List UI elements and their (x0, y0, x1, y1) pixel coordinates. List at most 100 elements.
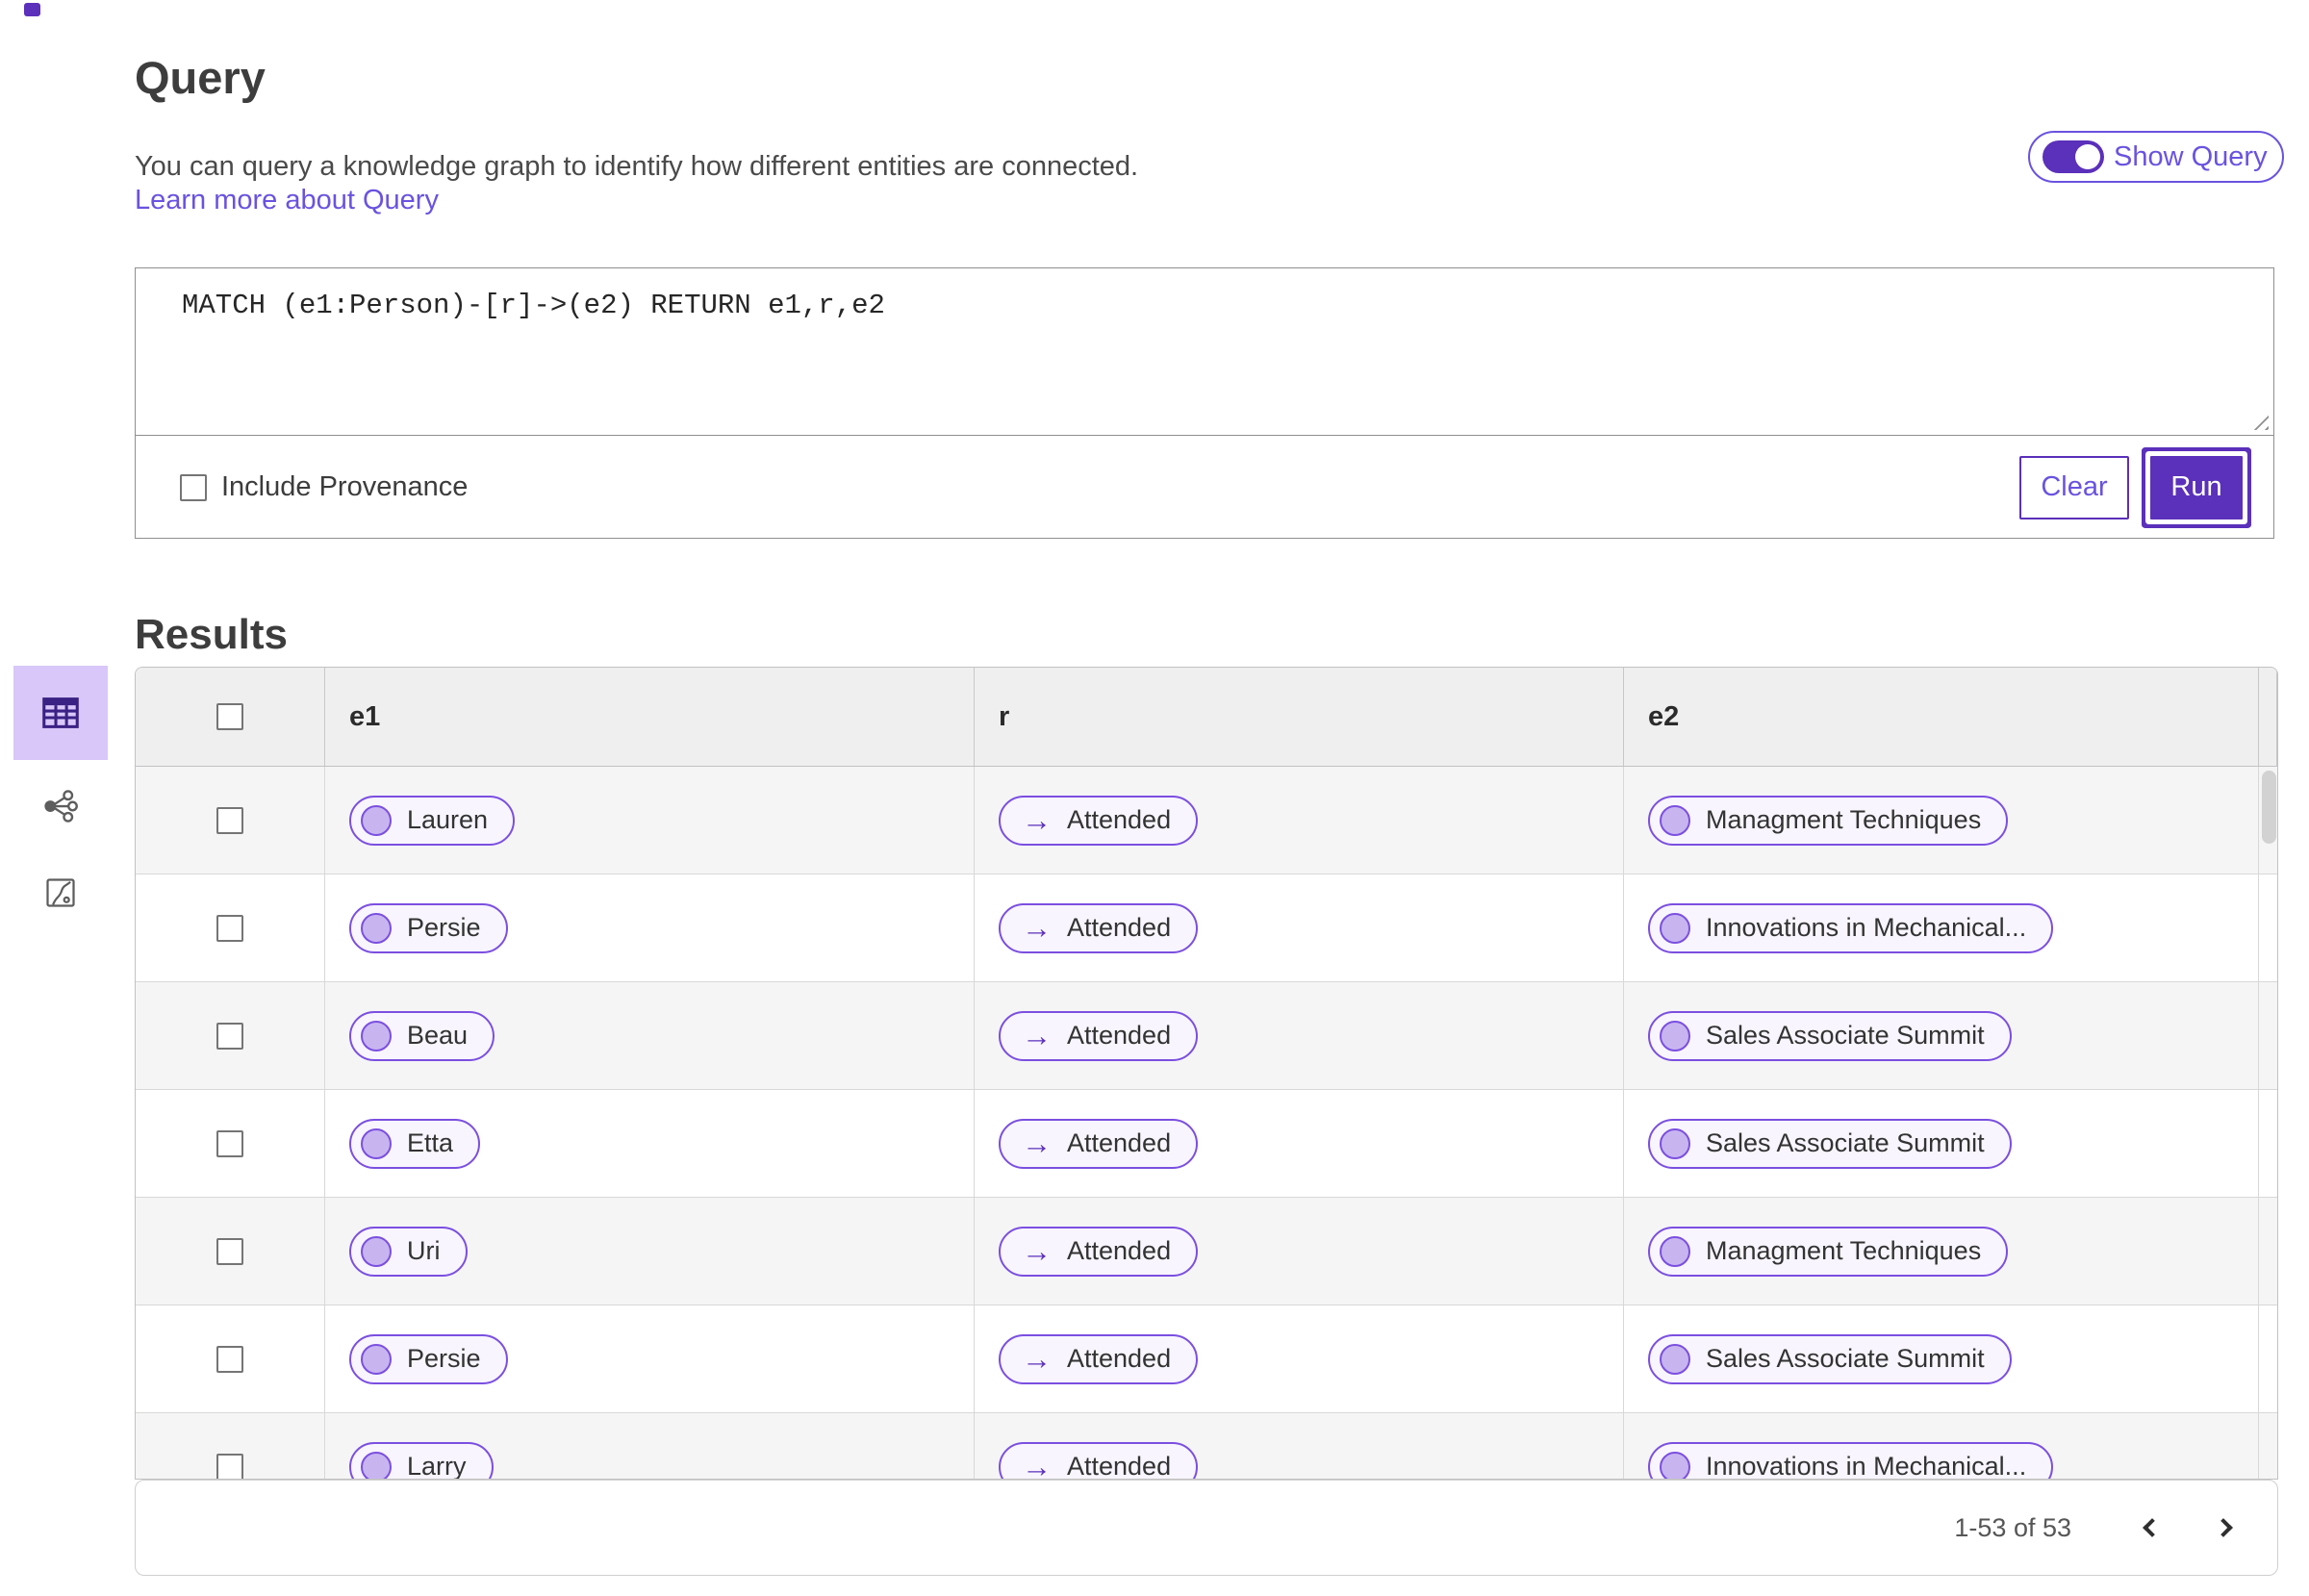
r-cell: → Attended (975, 1090, 1624, 1197)
entity-node-icon (361, 804, 392, 836)
table-row: Beau → Attended Sales Associate Summit (136, 982, 2277, 1090)
row-checkbox-cell (136, 1305, 325, 1412)
relation-pill[interactable]: → Attended (999, 1010, 1199, 1061)
entity-label: Uri (407, 1236, 441, 1265)
column-label: r (999, 700, 1010, 732)
scrollbar-cell (2259, 1305, 2277, 1412)
vertical-scrollbar-thumb[interactable] (2262, 771, 2276, 844)
e2-cell: Sales Associate Summit (1624, 982, 2259, 1089)
learn-more-link[interactable]: Learn more about Query (135, 185, 439, 216)
entity-label: Larry (407, 1452, 467, 1480)
relation-label: Attended (1067, 805, 1172, 834)
r-cell: → Attended (975, 874, 1624, 981)
entity-pill[interactable]: Sales Associate Summit (1648, 1010, 2012, 1061)
entity-pill[interactable]: Persie (349, 902, 508, 953)
entity-pill[interactable]: Sales Associate Summit (1648, 1118, 2012, 1169)
table-body: Lauren → Attended Managment Techniques Pe… (136, 767, 2277, 1480)
column-header-e2[interactable]: e2 (1624, 668, 2259, 766)
scrollbar-cell (2259, 1198, 2277, 1305)
relation-pill[interactable]: → Attended (999, 1441, 1199, 1479)
entity-pill[interactable]: Beau (349, 1010, 495, 1061)
entity-label: Persie (407, 913, 481, 942)
entity-pill[interactable]: Sales Associate Summit (1648, 1333, 2012, 1384)
entity-pill[interactable]: Uri (349, 1226, 468, 1277)
query-editor-box: MATCH (e1:Person)-[r]->(e2) RETURN e1,r,… (135, 267, 2274, 539)
pagination-bar: 1-53 of 53 (135, 1480, 2278, 1576)
results-section-title: Results (135, 610, 288, 658)
entity-node-icon (1660, 1235, 1690, 1267)
query-editor[interactable]: MATCH (e1:Person)-[r]->(e2) RETURN e1,r,… (136, 268, 2273, 436)
relation-label: Attended (1067, 913, 1172, 942)
entity-node-icon (1660, 804, 1690, 836)
entity-node-icon (1660, 1127, 1690, 1159)
entity-pill[interactable]: Innovations in Mechanical... (1648, 902, 2054, 953)
clear-button[interactable]: Clear (2019, 455, 2129, 519)
graph-view-icon (44, 790, 78, 823)
e2-cell: Sales Associate Summit (1624, 1305, 2259, 1412)
scrollbar-cell (2259, 982, 2277, 1089)
entity-node-icon (361, 912, 392, 944)
table-row: Uri → Attended Managment Techniques (136, 1198, 2277, 1305)
entity-pill[interactable]: Larry (349, 1441, 494, 1480)
entity-pill[interactable]: Managment Techniques (1648, 1226, 2009, 1277)
column-label: e2 (1648, 700, 1680, 732)
row-checkbox[interactable] (216, 1453, 243, 1479)
entity-node-icon (361, 1235, 392, 1267)
corner-fragment (24, 3, 40, 16)
view-button-chart[interactable] (13, 862, 108, 924)
relation-pill[interactable]: → Attended (999, 1118, 1199, 1169)
entity-pill[interactable]: Persie (349, 1333, 508, 1384)
table-view-icon (42, 697, 79, 728)
row-checkbox[interactable] (216, 1129, 243, 1157)
entity-label: Sales Associate Summit (1706, 1344, 1985, 1373)
row-checkbox[interactable] (216, 914, 243, 942)
row-checkbox[interactable] (216, 806, 243, 834)
previous-page-button[interactable] (2127, 1506, 2171, 1550)
resize-handle[interactable] (2247, 415, 2269, 430)
entity-pill[interactable]: Etta (349, 1118, 481, 1169)
next-page-button[interactable] (2204, 1506, 2248, 1550)
entity-label: Persie (407, 1344, 481, 1373)
entity-node-icon (1660, 1343, 1690, 1375)
query-text: MATCH (e1:Person)-[r]->(e2) RETURN e1,r,… (182, 290, 885, 321)
entity-label: Lauren (407, 805, 489, 834)
row-checkbox-cell (136, 1198, 325, 1305)
e1-cell: Persie (325, 1305, 975, 1412)
run-button[interactable]: Run (2150, 455, 2243, 519)
arrow-right-icon: → (1022, 1234, 1052, 1268)
include-provenance-checkbox[interactable] (180, 473, 207, 501)
relation-pill[interactable]: → Attended (999, 1226, 1199, 1277)
select-all-checkbox[interactable] (216, 703, 243, 730)
scrollbar-cell (2259, 874, 2277, 981)
relation-pill[interactable]: → Attended (999, 902, 1199, 953)
include-provenance-label[interactable]: Include Provenance (221, 471, 468, 503)
show-query-toggle[interactable]: Show Query (2028, 131, 2284, 183)
e2-cell: Managment Techniques (1624, 1198, 2259, 1305)
relation-pill[interactable]: → Attended (999, 795, 1199, 846)
row-checkbox-cell (136, 982, 325, 1089)
row-checkbox[interactable] (216, 1022, 243, 1050)
entity-pill[interactable]: Innovations in Mechanical... (1648, 1441, 2054, 1479)
entity-pill[interactable]: Managment Techniques (1648, 795, 2009, 846)
e1-cell: Larry (325, 1413, 975, 1480)
r-cell: → Attended (975, 1305, 1624, 1412)
column-header-e1[interactable]: e1 (325, 668, 975, 766)
table-row: Persie → Attended Sales Associate Summit (136, 1305, 2277, 1413)
column-header-r[interactable]: r (975, 668, 1624, 766)
entity-node-icon (361, 1020, 392, 1051)
entity-pill[interactable]: Lauren (349, 795, 516, 846)
table-row: Larry → Attended Innovations in Mechanica… (136, 1413, 2277, 1480)
query-toolbar: Include Provenance Clear Run (136, 436, 2273, 539)
view-button-graph[interactable] (13, 775, 108, 837)
entity-label: Managment Techniques (1706, 805, 1982, 834)
e2-cell: Sales Associate Summit (1624, 1090, 2259, 1197)
relation-label: Attended (1067, 1344, 1172, 1373)
row-checkbox[interactable] (216, 1345, 243, 1373)
view-button-table[interactable] (13, 666, 108, 760)
relation-pill[interactable]: → Attended (999, 1333, 1199, 1384)
table-header-row: e1 r e2 (136, 668, 2277, 767)
row-checkbox[interactable] (216, 1237, 243, 1265)
entity-node-icon (361, 1127, 392, 1159)
r-cell: → Attended (975, 1198, 1624, 1305)
e1-cell: Lauren (325, 767, 975, 874)
